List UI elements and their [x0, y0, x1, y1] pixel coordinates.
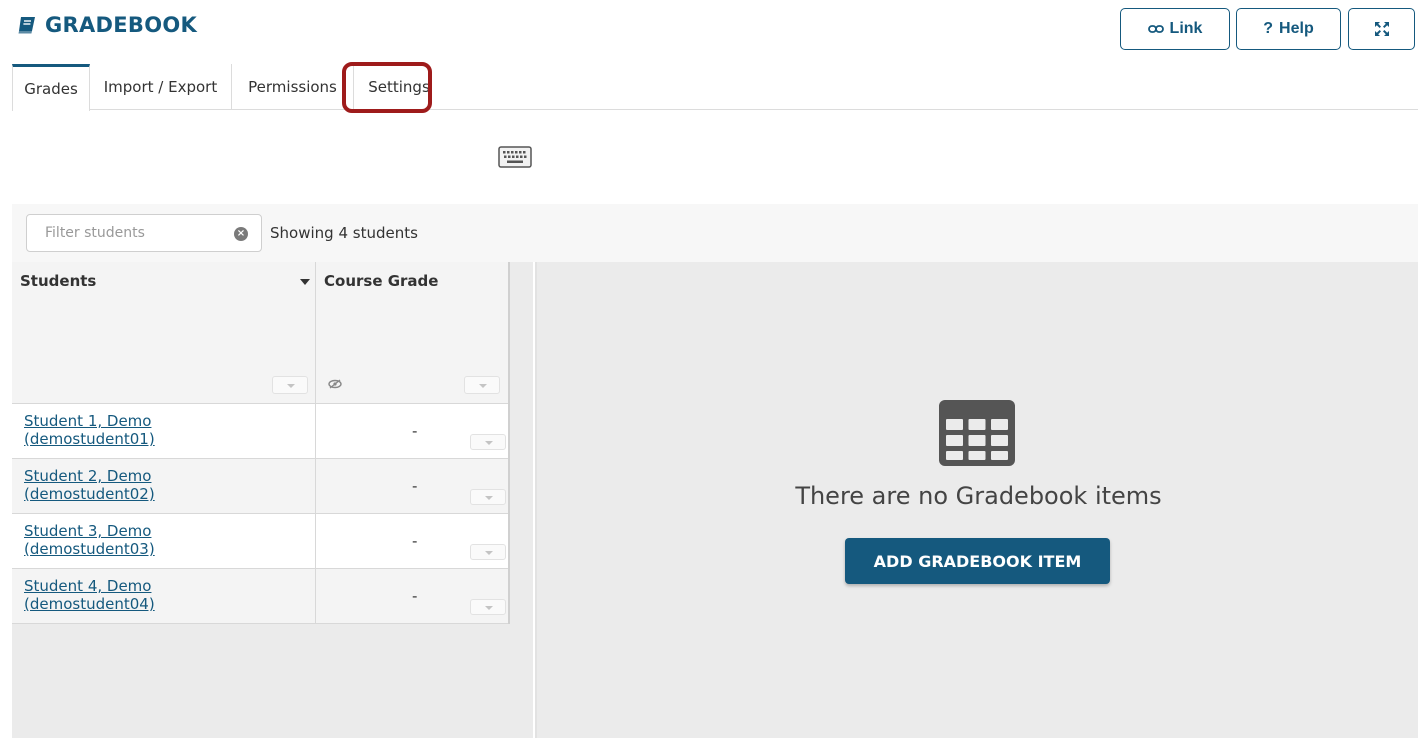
tab-grades[interactable]: Grades	[12, 64, 90, 111]
help-button-label: Help	[1279, 20, 1314, 37]
student-name-cell: Student 3, Demo (demostudent03)	[12, 514, 316, 568]
grade-cell-menu[interactable]	[470, 544, 506, 560]
eye-slash-icon[interactable]	[328, 379, 342, 389]
student-name-cell: Student 4, Demo (demostudent04)	[12, 569, 316, 623]
tab-import-export[interactable]: Import / Export	[90, 64, 232, 110]
students-column-label: Students	[20, 272, 97, 290]
table-header: Students Course Grade	[12, 262, 508, 404]
course-grade-column-menu[interactable]	[464, 376, 500, 394]
student-name-link[interactable]: Student 2, Demo	[24, 467, 315, 485]
table-row: Student 2, Demo (demostudent02) -	[12, 459, 508, 514]
page-title: GRADEBOOK	[17, 13, 197, 37]
course-grade-cell[interactable]: -	[316, 404, 508, 458]
filter-students-input[interactable]	[26, 214, 262, 252]
grade-cell-menu[interactable]	[470, 489, 506, 505]
table-row: Student 4, Demo (demostudent04) -	[12, 569, 508, 624]
students-grid: Students Course Grade Student 1, Demo (d…	[12, 262, 533, 738]
link-icon	[1147, 25, 1164, 33]
course-grade-column-header[interactable]: Course Grade	[316, 262, 508, 403]
gradebook-items-panel: There are no Gradebook items ADD GRADEBO…	[535, 262, 1418, 738]
empty-state-message: There are no Gradebook items	[795, 482, 1162, 510]
sort-down-icon[interactable]	[300, 279, 310, 285]
student-id-link[interactable]: (demostudent01)	[24, 430, 315, 448]
course-grade-value: -	[412, 477, 418, 495]
student-id-link[interactable]: (demostudent04)	[24, 595, 315, 613]
course-grade-value: -	[412, 532, 418, 550]
clear-filter-icon[interactable]: ×	[234, 227, 248, 241]
help-button[interactable]: ? Help	[1236, 8, 1341, 50]
add-gradebook-item-button[interactable]: ADD GRADEBOOK ITEM	[845, 538, 1110, 584]
table-row: Student 1, Demo (demostudent01) -	[12, 404, 508, 459]
students-table: Students Course Grade Student 1, Demo (d…	[12, 262, 510, 624]
course-grade-cell[interactable]: -	[316, 569, 508, 623]
course-grade-cell[interactable]: -	[316, 514, 508, 568]
students-column-header[interactable]: Students	[12, 262, 316, 403]
course-grade-value: -	[412, 587, 418, 605]
tab-settings[interactable]: Settings	[354, 64, 444, 110]
tab-permissions[interactable]: Permissions	[232, 64, 354, 110]
student-count-text: Showing 4 students	[270, 224, 418, 242]
link-button-label: Link	[1169, 20, 1203, 37]
tab-bar: Grades Import / Export Permissions Setti…	[12, 64, 1418, 111]
student-id-link[interactable]: (demostudent03)	[24, 540, 315, 558]
book-icon	[18, 17, 35, 34]
student-id-link[interactable]: (demostudent02)	[24, 485, 315, 503]
link-button[interactable]: Link	[1120, 8, 1230, 50]
keyboard-icon[interactable]	[498, 146, 532, 168]
course-grade-value: -	[412, 422, 418, 440]
student-name-cell: Student 1, Demo (demostudent01)	[12, 404, 316, 458]
student-name-link[interactable]: Student 4, Demo	[24, 577, 315, 595]
table-row: Student 3, Demo (demostudent03) -	[12, 514, 508, 569]
students-column-menu[interactable]	[272, 376, 308, 394]
student-name-link[interactable]: Student 1, Demo	[24, 412, 315, 430]
fullscreen-button[interactable]	[1348, 8, 1415, 50]
question-icon: ?	[1263, 20, 1274, 37]
grade-cell-menu[interactable]	[470, 434, 506, 450]
student-name-link[interactable]: Student 3, Demo	[24, 522, 315, 540]
page-title-text: GRADEBOOK	[45, 13, 198, 37]
table-grid-icon	[939, 400, 1015, 466]
grade-cell-menu[interactable]	[470, 599, 506, 615]
course-grade-column-label: Course Grade	[324, 272, 439, 290]
student-name-cell: Student 2, Demo (demostudent02)	[12, 459, 316, 513]
course-grade-cell[interactable]: -	[316, 459, 508, 513]
expand-icon	[1374, 22, 1389, 36]
filter-bar: × Showing 4 students	[12, 204, 1418, 262]
